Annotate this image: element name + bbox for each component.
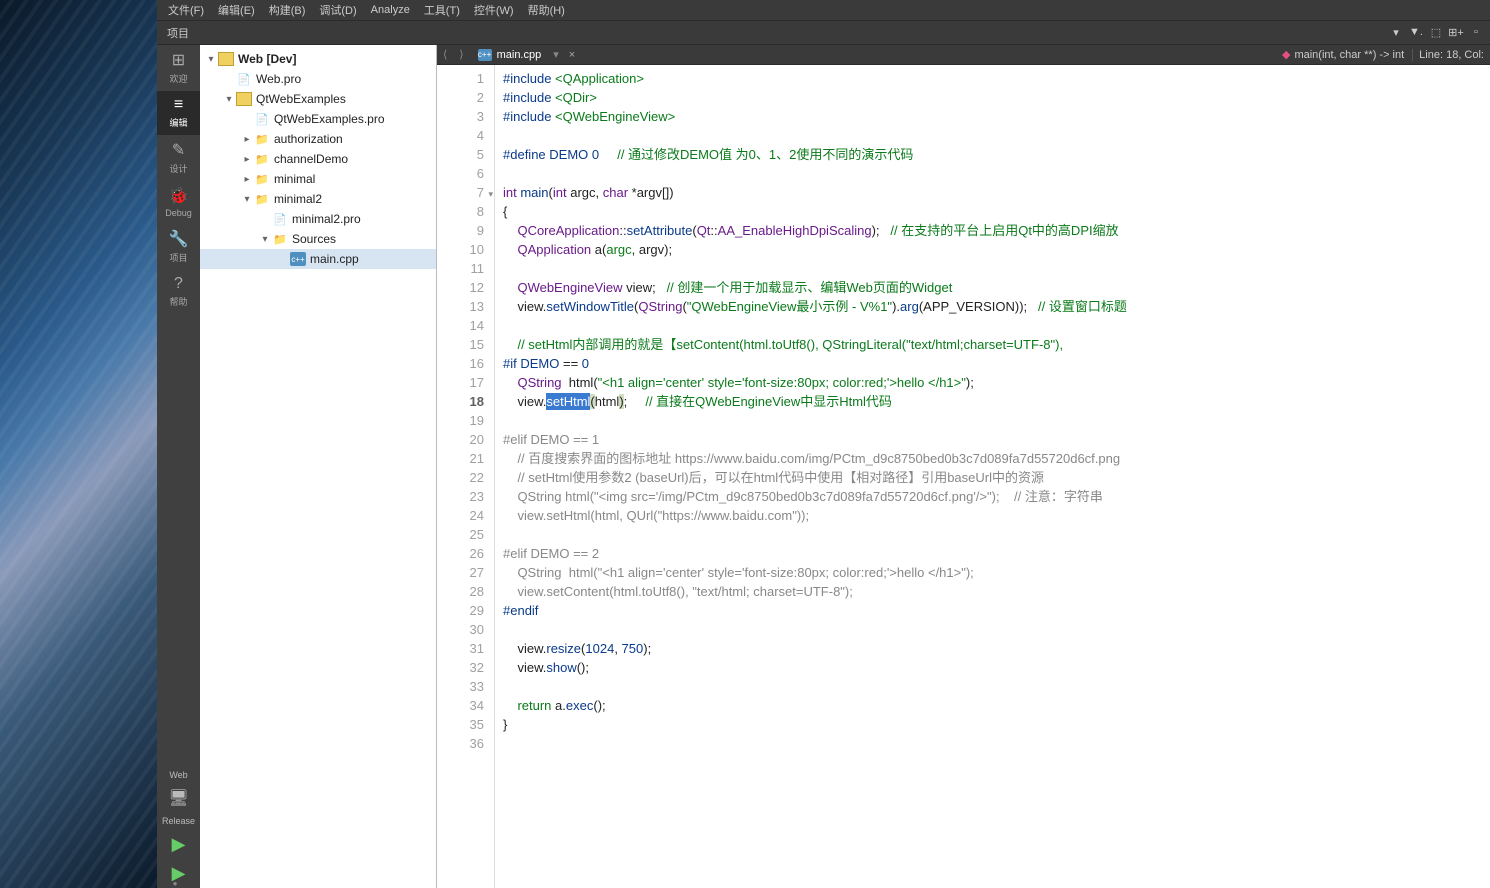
panel-header: 项目 ▾ ▼. ⬚ ⊞+ ▫ (157, 20, 1490, 45)
filter-icon[interactable]: ▼. (1406, 26, 1426, 39)
grid-icon: ⊞ (157, 50, 200, 70)
menu-debug[interactable]: 调试(D) (312, 2, 363, 18)
editor-tab[interactable]: c++ main.cpp (470, 49, 550, 61)
project-tree[interactable]: ▾ Web [Dev] 📄 Web.pro ▾ QtWebExamples 📄 QtWebEx… (200, 45, 437, 888)
monitor-icon[interactable]: 🖥 (168, 784, 188, 812)
tree-label: minimal2 (274, 192, 322, 206)
tree-label: Web [Dev] (238, 52, 296, 66)
tree-row[interactable]: 📄 Web.pro (200, 69, 436, 89)
ide-window: 文件(F) 编辑(E) 构建(B) 调试(D) Analyze 工具(T) 控件… (157, 0, 1490, 888)
tree-label: minimal (274, 172, 315, 186)
tab-dropdown-icon[interactable]: ▾ (549, 48, 563, 61)
tree-arrow-icon[interactable]: ▾ (240, 194, 254, 205)
file-icon: 📄 (236, 72, 252, 86)
tree-arrow-icon[interactable]: ▾ (204, 54, 218, 65)
mode-projects[interactable]: 🔧项目 (157, 224, 200, 270)
line-gutter: 1234567▾89101112131415161718192021222324… (437, 65, 495, 888)
desktop-background (0, 0, 157, 888)
tree-row[interactable]: ▾ QtWebExamples (200, 89, 436, 109)
folder-icon: 📁 (254, 132, 270, 146)
mode-welcome[interactable]: ⊞欢迎 (157, 45, 200, 91)
mode-debug[interactable]: 🐞Debug (157, 181, 200, 224)
question-icon: ? (157, 275, 200, 293)
tab-filename: main.cpp (497, 49, 542, 61)
proj-icon (236, 92, 252, 106)
tree-row[interactable]: ▸📁 minimal (200, 169, 436, 189)
tree-row[interactable]: ▸📁 authorization (200, 129, 436, 149)
menu-analyze[interactable]: Analyze (364, 4, 417, 16)
diamond-icon: ◆ (1282, 48, 1290, 61)
code-editor[interactable]: 1234567▾89101112131415161718192021222324… (437, 65, 1490, 888)
bug-icon: 🐞 (157, 186, 200, 206)
mode-edit[interactable]: ≡编辑 (157, 91, 200, 135)
tree-label: QtWebExamples (256, 92, 346, 106)
dropdown-icon[interactable]: ▾ (1386, 26, 1406, 39)
proj-icon (218, 52, 234, 66)
tree-label: QtWebExamples.pro (274, 112, 385, 126)
cursor-status: Line: 18, Col: (1412, 49, 1490, 61)
cpp-icon: c++ (290, 252, 306, 266)
wrench-icon: 🔧 (157, 229, 200, 249)
folder-icon: 📁 (254, 152, 270, 166)
menu-file[interactable]: 文件(F) (161, 2, 211, 18)
config-label: Release (162, 812, 195, 830)
link-icon[interactable]: ⬚ (1426, 26, 1446, 39)
tree-arrow-icon[interactable]: ▾ (258, 234, 272, 245)
folder-icon: 📁 (272, 232, 288, 246)
symbol-crumb[interactable]: ◆ main(int, char **) -> int (1282, 48, 1412, 61)
tree-row[interactable]: ▾📁 Sources (200, 229, 436, 249)
tree-row[interactable]: c++ main.cpp (200, 249, 436, 269)
tree-arrow-icon[interactable]: ▸ (240, 154, 254, 165)
menu-widgets[interactable]: 控件(W) (467, 2, 521, 18)
split-icon[interactable]: ⊞+ (1446, 26, 1466, 39)
close-panel-icon[interactable]: ▫ (1466, 26, 1486, 39)
menu-build[interactable]: 构建(B) (262, 2, 313, 18)
tree-arrow-icon[interactable]: ▾ (222, 94, 236, 105)
mode-sidebar: ⊞欢迎 ≡编辑 ✎设计 🐞Debug 🔧项目 ?帮助 Web 🖥 Release… (157, 45, 200, 888)
nav-back-icon[interactable]: ⟨ (437, 48, 453, 61)
tree-label: main.cpp (310, 252, 359, 266)
tree-label: Web.pro (256, 72, 301, 86)
mode-design[interactable]: ✎设计 (157, 135, 200, 181)
run-button[interactable]: ▶ (172, 830, 186, 859)
menu-edit[interactable]: 编辑(E) (211, 2, 262, 18)
menu-tools[interactable]: 工具(T) (417, 2, 467, 18)
tree-row[interactable]: 📄 minimal2.pro (200, 209, 436, 229)
folder-icon: 📁 (254, 192, 270, 206)
nav-fwd-icon[interactable]: ⟩ (453, 48, 469, 61)
tree-arrow-icon[interactable]: ▸ (240, 174, 254, 185)
mode-help[interactable]: ?帮助 (157, 270, 200, 314)
tree-label: minimal2.pro (292, 212, 361, 226)
menu-help[interactable]: 帮助(H) (521, 2, 572, 18)
folder-icon: 📁 (254, 172, 270, 186)
tree-row[interactable]: ▾ Web [Dev] (200, 49, 436, 69)
menubar: 文件(F) 编辑(E) 构建(B) 调试(D) Analyze 工具(T) 控件… (157, 0, 1490, 20)
editor-tabbar: ⟨ ⟩ c++ main.cpp ▾ × ◆ main(int, char **… (437, 45, 1490, 65)
file-icon: 📄 (272, 212, 288, 226)
tree-label: Sources (292, 232, 336, 246)
tree-arrow-icon[interactable]: ▸ (240, 134, 254, 145)
tab-close-icon[interactable]: × (563, 49, 581, 61)
pencil-icon: ✎ (157, 140, 200, 160)
cpp-icon: c++ (478, 49, 492, 61)
tree-label: authorization (274, 132, 343, 146)
tree-label: channelDemo (274, 152, 348, 166)
tree-row[interactable]: ▾📁 minimal2 (200, 189, 436, 209)
panel-title: 项目 (157, 25, 199, 41)
tree-row[interactable]: 📄 QtWebExamples.pro (200, 109, 436, 129)
file-icon: 📄 (254, 112, 270, 126)
run-debug-button[interactable]: ▶● (172, 859, 186, 888)
tree-row[interactable]: ▸📁 channelDemo (200, 149, 436, 169)
edit-icon: ≡ (157, 96, 200, 114)
target-label: Web (169, 766, 187, 784)
